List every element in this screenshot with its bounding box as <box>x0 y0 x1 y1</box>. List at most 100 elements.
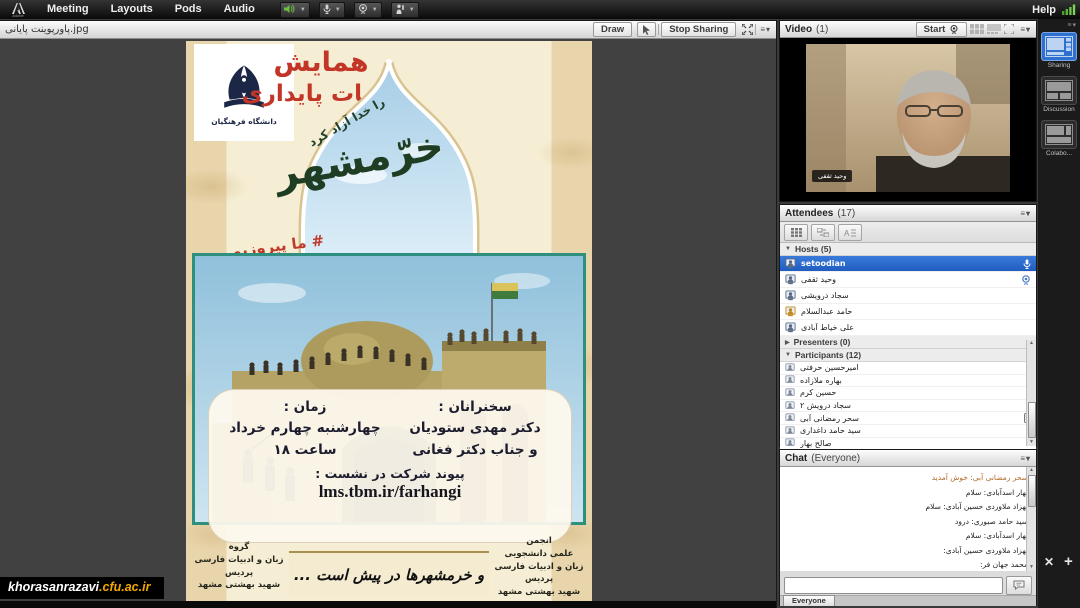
shared-poster-image: دانشگاه فرهنگیان همایش ادبیات پایداری <box>186 41 592 601</box>
chat-input[interactable] <box>784 577 1003 594</box>
attendees-toolbar: A <box>780 222 1036 243</box>
tab-everyone[interactable]: Everyone <box>783 595 835 606</box>
attendee-name: امیرحسین حرفتی <box>800 363 859 372</box>
attendee-row[interactable]: سجاد درویش ۲ <box>780 400 1036 413</box>
layout-button-discussion[interactable] <box>1042 77 1076 104</box>
fullscreen-icon[interactable] <box>742 24 753 35</box>
chat-message: بهزاد ملاوردی حسین آبادی: سلام <box>792 500 1028 515</box>
watermark-suffix: .cfu.ac.ir <box>99 580 150 594</box>
participants-group-header[interactable]: ▼ Participants (12) <box>780 349 1036 362</box>
filmstrip-view-icon[interactable] <box>970 24 984 34</box>
host-role-icon <box>785 258 796 269</box>
attendee-row[interactable]: setoodian <box>780 256 1036 272</box>
pointer-tool-button[interactable] <box>637 22 656 37</box>
attendee-row[interactable]: حامد عبدالسلام <box>780 304 1036 320</box>
presenters-group-header[interactable]: ▶ Presenters (0) <box>780 336 1036 349</box>
adobe-connect-window: Adobe Meeting Layouts Pods Audio ▼ ▼ ▼ ▼ <box>0 0 1080 608</box>
microphone-button[interactable]: ▼ <box>319 2 345 18</box>
share-pod-menu-icon[interactable]: ≡▾ <box>760 25 771 34</box>
share-document-tab[interactable]: پاورپوینت پایانی.jpg <box>5 24 89 35</box>
attendee-row[interactable]: حسین کرم <box>780 387 1036 400</box>
webcam-name-tag: وحید ثقفی <box>812 170 852 182</box>
attendee-name: علی خیاط آبادی <box>801 323 854 332</box>
speaker-button[interactable]: ▼ <box>280 2 310 18</box>
sharing-layout-icon <box>1045 36 1073 57</box>
microphone-active-icon[interactable] <box>1023 259 1031 269</box>
top-menubar: Adobe Meeting Layouts Pods Audio ▼ ▼ ▼ ▼ <box>0 0 1080 19</box>
attendees-pod-menu-icon[interactable]: ≡▾ <box>1020 209 1031 218</box>
layout-label-sharing: Sharing <box>1038 62 1080 69</box>
add-layout-icon[interactable]: + <box>1064 553 1073 570</box>
poster-link-url: lms.tbm.ir/farhangi <box>209 482 571 502</box>
attendee-row[interactable]: بهاره ملازاده <box>780 375 1036 388</box>
help-link[interactable]: Help <box>1026 4 1062 16</box>
menu-audio[interactable]: Audio <box>213 0 266 19</box>
raise-hand-dropdown-arrow[interactable]: ▼ <box>409 7 415 13</box>
layout-button-collaboration[interactable] <box>1042 121 1076 148</box>
raise-hand-button[interactable]: ▼ <box>391 2 419 18</box>
menu-layouts[interactable]: Layouts <box>100 0 164 19</box>
chat-pod-menu-icon[interactable]: ≡▾ <box>1020 454 1031 463</box>
layouts-menu-icon[interactable]: ≡▾ <box>1067 21 1077 29</box>
draw-button[interactable]: Draw <box>593 22 632 37</box>
chat-message: بهزاد ملاوردی حسین آبادی: <box>792 544 1028 559</box>
speaker-dropdown-arrow[interactable]: ▼ <box>300 7 306 13</box>
poster-block-line: پردیس <box>188 567 290 580</box>
attendees-pod-title: Attendees <box>785 208 833 219</box>
grid-view-icon[interactable] <box>987 24 1001 34</box>
chat-pod: Chat (Everyone) ≡▾ سحر رمضانی آبی: خوش آ… <box>780 450 1036 605</box>
hosts-group-header[interactable]: ▼ Hosts (5) <box>780 243 1036 256</box>
participant-role-icon <box>785 401 795 411</box>
video-pod-count: (1) <box>816 24 828 35</box>
participant-role-icon <box>785 363 795 373</box>
poster-info-panel: سخنرانان : دکتر مهدی ستودیان و جناب دکتر… <box>208 389 572 543</box>
layouts-sidebar: ≡▾ Sharing Discussion Colabo... ✕ + <box>1038 19 1080 608</box>
poster-block-line: شهید بهشتی مشهد <box>188 579 290 592</box>
watermark-domain: khorasanrazavi <box>8 580 99 594</box>
attendee-row[interactable]: صالح بهار <box>780 438 1036 451</box>
hosts-list: setoodian وحید ثقفی <box>780 256 1036 336</box>
attendee-row[interactable]: وحید ثقفی <box>780 272 1036 288</box>
attendee-row[interactable]: علی خیاط آبادی <box>780 320 1036 336</box>
start-webcam-icon <box>949 25 959 34</box>
svg-text:A: A <box>844 229 850 237</box>
pointer-icon <box>642 25 651 35</box>
chat-message-list: سحر رمضانی آبی: خوش آمدید بهار اسدآبادی:… <box>780 467 1036 571</box>
start-webcam-button[interactable]: Start <box>916 22 968 37</box>
stop-sharing-button[interactable]: Stop Sharing <box>661 22 736 37</box>
attendee-row[interactable]: سجاد درویشی <box>780 288 1036 304</box>
breakout-view-button[interactable] <box>811 224 835 241</box>
send-message-button[interactable] <box>1006 576 1032 595</box>
poster-association-block: انجمنعلمی دانشجوییزبان و ادبیات فارسیپرد… <box>488 535 590 599</box>
attendee-name: حسین کرم <box>800 388 836 397</box>
microphone-dropdown-arrow[interactable]: ▼ <box>335 7 341 13</box>
video-pod-menu-icon[interactable]: ≡▾ <box>1020 25 1031 34</box>
status-view-button[interactable]: A <box>838 224 862 241</box>
connection-signal-icon[interactable] <box>1062 4 1080 15</box>
close-icon[interactable]: ✕ <box>1044 555 1054 569</box>
attendee-row[interactable]: سحر رمضانی آبی <box>780 412 1036 425</box>
attendee-name: سید حامد داغداری <box>800 426 861 435</box>
menu-pods[interactable]: Pods <box>164 0 213 19</box>
video-pod: Video (1) Start ≡▾ <box>780 21 1036 201</box>
webcam-active-icon[interactable] <box>1021 275 1031 285</box>
attendee-name: setoodian <box>801 259 846 268</box>
host-role-icon <box>785 306 796 317</box>
webcam-dropdown-arrow[interactable]: ▼ <box>372 7 378 13</box>
menu-meeting[interactable]: Meeting <box>36 0 100 19</box>
attendee-row[interactable]: امیرحسین حرفتی <box>780 362 1036 375</box>
video-fullscreen-icon[interactable] <box>1004 24 1014 34</box>
host-role-icon <box>785 274 796 285</box>
raise-hand-icon <box>395 1 405 19</box>
attendees-scrollbar[interactable]: ▲ ▼ <box>1026 340 1036 446</box>
chat-message: بهار اسدآبادی: سلام <box>792 486 1028 501</box>
attendee-name: بهاره ملازاده <box>800 376 842 385</box>
attendee-row[interactable]: سید حامد داغداری <box>780 425 1036 438</box>
layout-button-sharing[interactable] <box>1042 33 1076 60</box>
attendees-pod-header: Attendees (17) ≡▾ <box>780 205 1036 222</box>
webcam-button[interactable]: ▼ <box>354 2 382 18</box>
attendee-list-view-button[interactable] <box>784 224 808 241</box>
chat-pod-title: Chat <box>785 453 807 464</box>
chat-scrollbar[interactable]: ▲ ▼ <box>1026 467 1036 571</box>
attendees-pod-count: (17) <box>837 208 855 219</box>
